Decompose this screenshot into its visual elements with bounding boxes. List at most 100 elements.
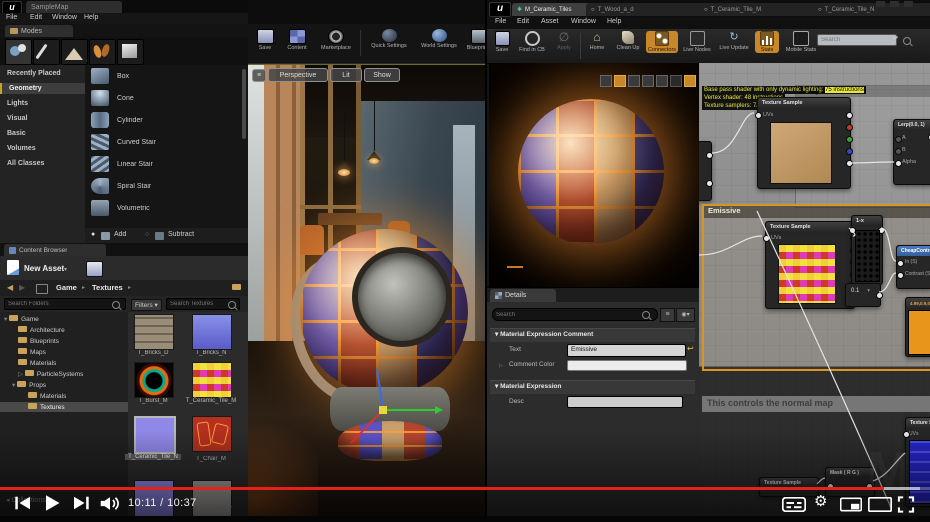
paint-mode-button[interactable] [33, 39, 60, 65]
new-asset-caret-icon[interactable]: ▾ [64, 266, 67, 273]
show-button[interactable]: Show [364, 68, 400, 82]
forward-arrow-icon[interactable]: ▶ [19, 283, 25, 292]
breadcrumb-current[interactable]: Textures [92, 283, 123, 292]
lerp-alpha-pin[interactable] [895, 160, 902, 167]
tree-game[interactable]: ▾ Game [4, 315, 39, 323]
lerp-b-pin[interactable] [895, 148, 902, 155]
breadcrumb-root[interactable]: Game [56, 283, 77, 292]
output-pin[interactable] [876, 292, 883, 299]
next-button[interactable] [72, 496, 90, 510]
b-output-pin[interactable] [846, 148, 853, 155]
texture-sample-node-emissive[interactable]: Texture Sample UVs [763, 221, 857, 309]
category-volumes[interactable]: Volumes [0, 143, 92, 154]
me-menu-help[interactable]: Help [607, 18, 621, 25]
fullscreen-button[interactable] [896, 496, 916, 513]
category-basic[interactable]: Basic [0, 128, 92, 139]
menu-file[interactable]: File [6, 14, 17, 21]
add-radio[interactable]: ● [91, 231, 95, 238]
lit-button[interactable]: Lit [330, 68, 362, 82]
new-asset-button[interactable]: New Asset [24, 264, 64, 273]
preview-mesh-button[interactable] [656, 75, 668, 87]
category-geometry[interactable]: Geometry [0, 83, 87, 94]
level-content-button[interactable]: Content [282, 29, 312, 51]
preview-cylinder-button[interactable] [600, 75, 612, 87]
output-pin[interactable] [706, 152, 713, 159]
lerp-node[interactable]: Lerp(0.0, 1) A B Alpha [893, 119, 930, 185]
material-preview-viewport[interactable] [489, 63, 701, 287]
a-output-pin[interactable] [846, 160, 853, 167]
reset-to-default-icon[interactable]: ↩ [687, 344, 694, 353]
place-mode-button[interactable] [5, 39, 32, 65]
asset-label[interactable]: T_Burst_M [125, 398, 181, 404]
menu-window[interactable]: Window [52, 14, 77, 21]
items-scrollbar[interactable] [242, 69, 246, 139]
item-linear-stair[interactable]: Linear Stair [117, 161, 153, 168]
maximize-button[interactable] [890, 1, 899, 7]
subtitles-button[interactable] [782, 497, 806, 512]
uvs-input-pin[interactable] [763, 235, 770, 242]
me-menu-edit[interactable]: Edit [517, 18, 529, 25]
tree-props[interactable]: ▾ Props [12, 381, 46, 389]
asset-thumb-chair-m[interactable] [192, 416, 232, 452]
level-quick-settings-button[interactable]: Quick Settings [364, 29, 414, 49]
section-material-expression[interactable]: ▾ Material Expression [490, 380, 695, 394]
cheap-contrast-node[interactable]: CheapContrast In (S) Contrast (S) [896, 245, 930, 289]
item-box[interactable]: Box [117, 73, 129, 80]
preview-realtime-button[interactable] [684, 75, 696, 87]
me-menu-file[interactable]: File [495, 18, 506, 25]
texture-sample-node-roughness[interactable]: Texture Sample UVs [755, 97, 853, 189]
desc-field-value[interactable] [567, 396, 683, 408]
minimize-button[interactable] [876, 1, 885, 7]
theater-mode-button[interactable] [868, 497, 892, 512]
sources-panel-icon[interactable] [36, 284, 48, 294]
constant-vector-node[interactable]: 4.99,0.9,0.26 [905, 297, 930, 357]
asset-label[interactable]: T_Chair_M [183, 456, 239, 462]
item-cylinder[interactable]: Cylinder [117, 117, 143, 124]
perspective-button[interactable]: Perspective [268, 68, 328, 82]
me-apply-button[interactable]: ∅ Apply [551, 31, 577, 52]
transform-gizmo[interactable] [343, 365, 443, 455]
level-save-button[interactable]: Save [252, 29, 278, 51]
category-recently-placed[interactable]: Recently Placed [0, 68, 92, 79]
item-volumetric[interactable]: Volumetric [117, 205, 150, 212]
me-menu-window[interactable]: Window [571, 18, 596, 25]
me-tab-active[interactable]: ✱ M_Ceramic_Tiles [512, 3, 592, 16]
level-marketplace-button[interactable]: Marketplace [314, 29, 358, 51]
me-home-button[interactable]: ⌂ Home [584, 31, 610, 52]
item-curved-stair[interactable]: Curved Stair [117, 139, 156, 146]
volume-icon[interactable] [100, 496, 120, 511]
level-world-settings-button[interactable]: World Settings [416, 29, 462, 49]
item-spiral-stair[interactable]: Spiral Stair [117, 183, 151, 190]
one-minus-node[interactable]: 1-x [849, 215, 885, 285]
close-button[interactable] [904, 1, 913, 7]
modes-tab[interactable]: Modes [5, 25, 73, 37]
asset-label[interactable]: T_Bricks_D [125, 350, 181, 356]
section-material-expression-comment[interactable]: ▾ Material Expression Comment [490, 328, 695, 342]
previous-button[interactable] [14, 496, 32, 510]
details-search-input[interactable] [492, 308, 658, 321]
contrast-pin[interactable] [897, 272, 904, 279]
filters-button[interactable]: Filters ▾ [131, 299, 162, 311]
uvs-input-pin[interactable] [755, 112, 762, 119]
me-find-in-cb-button[interactable]: Find in CB [516, 31, 548, 53]
asset-thumb-burst-m[interactable] [134, 362, 174, 398]
back-arrow-icon[interactable]: ◀ [7, 283, 13, 292]
search-up-down-icon[interactable]: ▴▾ [893, 35, 898, 41]
material-output-node-partial[interactable] [699, 141, 713, 201]
asset-thumb-bricks-n[interactable] [192, 314, 232, 350]
asset-thumb-ceramic-tile-n-selected[interactable] [134, 416, 176, 454]
comment-color-expander-icon[interactable]: ▷ [499, 363, 503, 369]
item-cone[interactable]: Cone [117, 95, 134, 102]
miniplayer-button[interactable] [840, 497, 862, 512]
geometry-mode-button[interactable] [117, 39, 144, 65]
me-search-input[interactable] [817, 34, 897, 46]
details-visibility-button[interactable]: ◉▾ [676, 308, 695, 322]
subtract-radio[interactable]: ○ [145, 231, 149, 238]
me-stats-button[interactable]: Stats [755, 31, 779, 53]
details-list-view-button[interactable]: ≡ [660, 308, 675, 322]
me-live-nodes-button[interactable]: Live Nodes [681, 31, 713, 53]
uvs-input-pin[interactable] [903, 431, 910, 438]
content-browser-tab[interactable]: Content Browser [4, 244, 106, 256]
rgb-output-pin[interactable] [846, 112, 853, 119]
landscape-mode-button[interactable] [61, 39, 88, 65]
